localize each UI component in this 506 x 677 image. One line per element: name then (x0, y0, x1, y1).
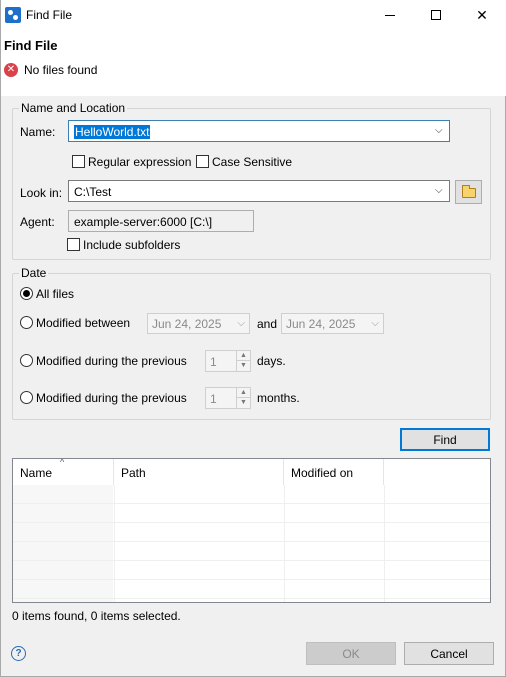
find-file-dialog: Find File ✕ Find File ✕ No files found N… (0, 0, 506, 677)
results-table[interactable]: Name ^ Path Modified on (12, 458, 491, 603)
close-button[interactable]: ✕ (459, 0, 505, 30)
previous-days-label: Modified during the previous (36, 354, 187, 368)
maximize-button[interactable] (413, 0, 459, 30)
name-label: Name: (20, 125, 56, 139)
agent-label: Agent: (20, 215, 55, 229)
between-to-value: Jun 24, 2025 (286, 317, 356, 331)
date-legend: Date (19, 266, 49, 280)
regex-label: Regular expression (88, 155, 192, 169)
close-icon: ✕ (476, 6, 488, 23)
name-location-legend: Name and Location (19, 101, 128, 115)
status-text: 0 items found, 0 items selected. (12, 609, 181, 623)
column-header-modified[interactable]: Modified on (284, 459, 384, 485)
spinner-up-icon[interactable]: ▲ (237, 351, 250, 361)
months-label: months. (257, 391, 300, 405)
ok-button[interactable]: OK (306, 642, 396, 665)
minimize-icon (385, 14, 395, 16)
spinner-down-icon[interactable]: ▼ (237, 361, 250, 371)
modified-between-label: Modified between (36, 316, 131, 330)
find-file-app-icon (5, 7, 21, 23)
previous-months-radio[interactable] (20, 391, 33, 404)
name-combo[interactable]: HelloWorld.txt ⌵ (68, 120, 450, 142)
previous-months-spinner[interactable]: 1 ▲ ▼ (205, 387, 251, 409)
lookin-combo[interactable]: C:\Test ⌵ (68, 180, 450, 202)
chevron-down-icon[interactable]: ⌵ (435, 186, 445, 196)
chevron-down-icon[interactable]: ⌵ (435, 126, 445, 136)
case-sensitive-label: Case Sensitive (212, 155, 293, 169)
previous-days-spinner[interactable]: 1 ▲ ▼ (205, 350, 251, 372)
previous-months-label: Modified during the previous (36, 391, 187, 405)
minimize-button[interactable] (367, 0, 413, 30)
all-files-label: All files (36, 287, 75, 301)
chevron-down-icon[interactable]: ⌵ (237, 318, 245, 329)
previous-months-value: 1 (210, 392, 217, 406)
previous-days-radio[interactable] (20, 354, 33, 367)
include-subfolders-label: Include subfolders (83, 238, 181, 252)
window-title: Find File (26, 8, 73, 22)
cancel-button[interactable]: Cancel (404, 642, 494, 665)
lookin-value: C:\Test (74, 185, 112, 199)
name-value: HelloWorld.txt (74, 125, 151, 139)
error-message: No files found (24, 63, 98, 77)
agent-field: example-server:6000 [C:\] (68, 210, 254, 232)
browse-folder-button[interactable] (455, 180, 482, 204)
column-header-path[interactable]: Path (114, 459, 284, 485)
title-bar: Find File ✕ (1, 0, 506, 30)
all-files-radio[interactable] (20, 287, 33, 300)
help-icon[interactable]: ? (11, 646, 26, 661)
folder-icon (462, 185, 476, 198)
error-icon: ✕ (4, 63, 18, 77)
spinner-up-icon[interactable]: ▲ (237, 388, 250, 398)
agent-value: example-server:6000 [C:\] (74, 215, 213, 229)
sort-ascending-icon: ^ (60, 458, 65, 467)
case-sensitive-checkbox[interactable] (196, 155, 209, 168)
include-subfolders-checkbox[interactable] (67, 238, 80, 251)
chevron-down-icon[interactable]: ⌵ (371, 318, 379, 329)
between-from-date[interactable]: Jun 24, 2025 ⌵ (147, 313, 250, 334)
dialog-header: Find File ✕ No files found (1, 30, 506, 96)
and-label: and (257, 317, 278, 331)
spinner-down-icon[interactable]: ▼ (237, 398, 250, 408)
lookin-label: Look in: (20, 186, 63, 200)
previous-days-value: 1 (210, 355, 217, 369)
column-header-name[interactable]: Name ^ (13, 459, 114, 485)
regex-checkbox[interactable] (72, 155, 85, 168)
between-to-date[interactable]: Jun 24, 2025 ⌵ (281, 313, 384, 334)
find-button[interactable]: Find (400, 428, 490, 451)
modified-between-radio[interactable] (20, 316, 33, 329)
maximize-icon (431, 10, 441, 20)
between-from-value: Jun 24, 2025 (152, 317, 222, 331)
days-label: days. (257, 354, 286, 368)
dialog-title: Find File (4, 38, 58, 53)
